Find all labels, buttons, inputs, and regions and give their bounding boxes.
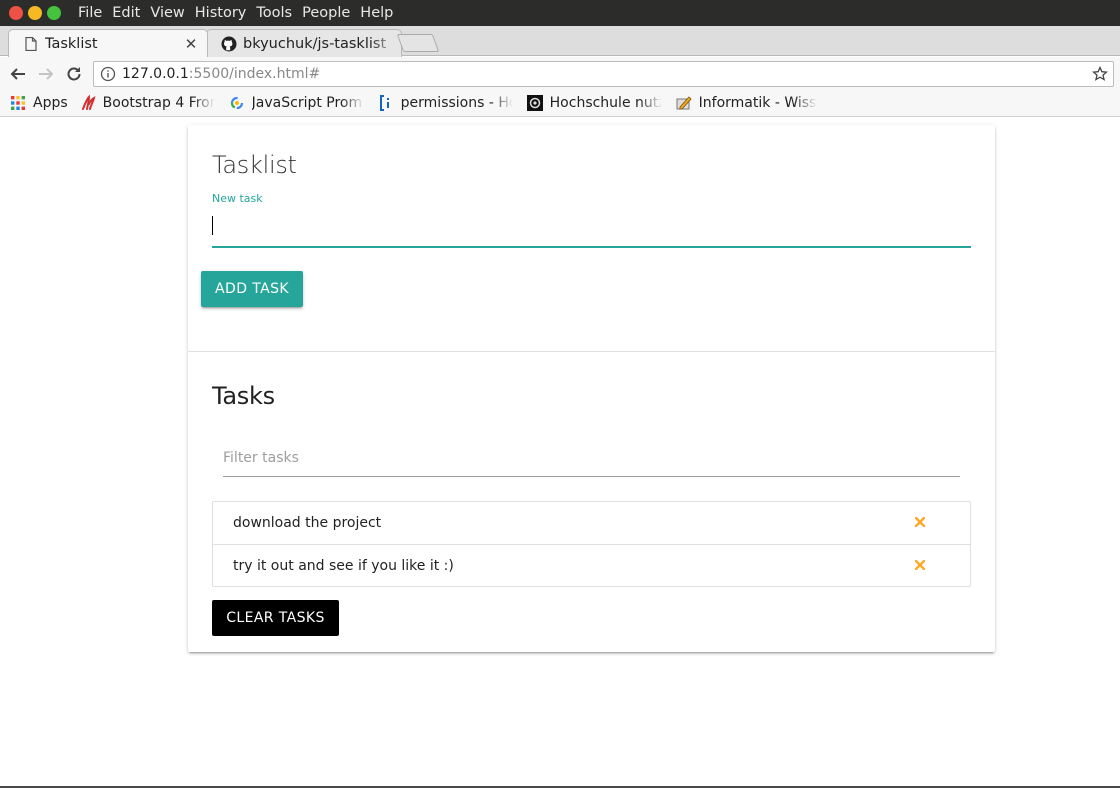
- informatik-icon: [676, 95, 692, 111]
- delete-task-icon[interactable]: [914, 516, 926, 528]
- task-list: download the project try it out and see …: [212, 501, 971, 587]
- tab-title: bkyuchuk/js-tasklist: [243, 35, 387, 52]
- list-item: try it out and see if you like it :): [213, 544, 970, 586]
- filter-tasks-input[interactable]: [223, 439, 960, 477]
- bookmark-label: JavaScript Prom: [251, 95, 363, 111]
- back-icon[interactable]: [4, 60, 32, 88]
- url-path: :5500/index.html#: [188, 66, 321, 82]
- minimize-window-button[interactable]: [28, 6, 42, 20]
- new-tab-button[interactable]: [396, 34, 440, 52]
- menu-help[interactable]: Help: [360, 5, 393, 21]
- window-controls: [9, 6, 66, 20]
- bookmark-bootstrap[interactable]: Bootstrap 4 Fron: [80, 95, 215, 111]
- bookmark-apps[interactable]: Apps: [10, 95, 68, 111]
- os-menu-bar: File Edit View History Tools People Help: [0, 0, 1120, 26]
- menu-people[interactable]: People: [302, 5, 350, 21]
- menu-view[interactable]: View: [150, 5, 184, 21]
- new-task-input[interactable]: [212, 208, 971, 248]
- tab-github[interactable]: bkyuchuk/js-tasklist: [206, 29, 402, 57]
- tab-close-icon[interactable]: ✕: [181, 35, 201, 53]
- new-task-label: New task: [212, 192, 263, 205]
- bookmark-hochschule[interactable]: Hochschule nutz: [526, 95, 662, 111]
- info-icon[interactable]: [100, 66, 116, 82]
- menu-tools[interactable]: Tools: [256, 5, 292, 21]
- menu-history[interactable]: History: [195, 5, 247, 21]
- bootstrap-icon: [80, 95, 96, 111]
- tab-tasklist[interactable]: Tasklist ✕: [8, 29, 208, 57]
- reload-icon[interactable]: [60, 60, 88, 88]
- task-text: try it out and see if you like it :): [233, 557, 454, 574]
- browser-toolbar: 127.0.0.1:5500/index.html#: [0, 57, 1120, 90]
- hochschule-icon: [526, 95, 543, 111]
- url-text: 127.0.0.1:5500/index.html#: [122, 66, 320, 82]
- menu-edit[interactable]: Edit: [112, 5, 140, 21]
- bookmark-label: Hochschule nutz: [549, 95, 662, 111]
- bookmark-informatik[interactable]: Informatik - Wiss: [676, 95, 817, 111]
- menu-file[interactable]: File: [78, 5, 102, 21]
- page-icon: [23, 36, 39, 52]
- google-icon: [229, 95, 245, 111]
- url-host: 127.0.0.1: [122, 66, 189, 82]
- tasklist-card: Tasklist New task ADD TASK Tasks downloa…: [188, 125, 995, 652]
- add-task-button[interactable]: ADD TASK: [201, 271, 303, 307]
- page-title: Tasklist: [212, 151, 297, 179]
- tab-title: Tasklist: [45, 35, 98, 52]
- text-caret: [212, 216, 213, 235]
- bookmark-permissions[interactable]: permissions - Ho: [378, 95, 513, 111]
- task-text: download the project: [233, 515, 382, 531]
- forward-icon[interactable]: [32, 60, 60, 88]
- close-window-button[interactable]: [9, 6, 23, 20]
- bookmark-star-icon[interactable]: [1091, 65, 1109, 82]
- bookmark-javascript[interactable]: JavaScript Prom: [229, 95, 364, 111]
- bookmark-label: Bootstrap 4 Fron: [102, 95, 215, 111]
- bookmarks-bar: Apps Bootstrap 4 Fron JavaScript Prom pe…: [0, 90, 1120, 117]
- tasks-heading: Tasks: [212, 382, 275, 410]
- clear-tasks-button[interactable]: CLEAR TASKS: [212, 600, 339, 636]
- maximize-window-button[interactable]: [47, 6, 61, 20]
- bracket-icon: [378, 95, 394, 111]
- apps-grid-icon: [10, 95, 26, 111]
- bookmark-label: Apps: [33, 95, 68, 111]
- delete-task-icon[interactable]: [914, 559, 926, 571]
- bookmark-label: permissions - Ho: [400, 95, 513, 111]
- menu-list: File Edit View History Tools People Help: [78, 5, 403, 21]
- tab-strip: Tasklist ✕ bkyuchuk/js-tasklist: [0, 26, 1120, 57]
- list-item: download the project: [213, 502, 970, 544]
- bookmark-label: Informatik - Wiss: [698, 95, 817, 111]
- address-bar[interactable]: 127.0.0.1:5500/index.html#: [93, 61, 1114, 87]
- section-divider: [188, 351, 995, 352]
- github-icon: [221, 36, 237, 52]
